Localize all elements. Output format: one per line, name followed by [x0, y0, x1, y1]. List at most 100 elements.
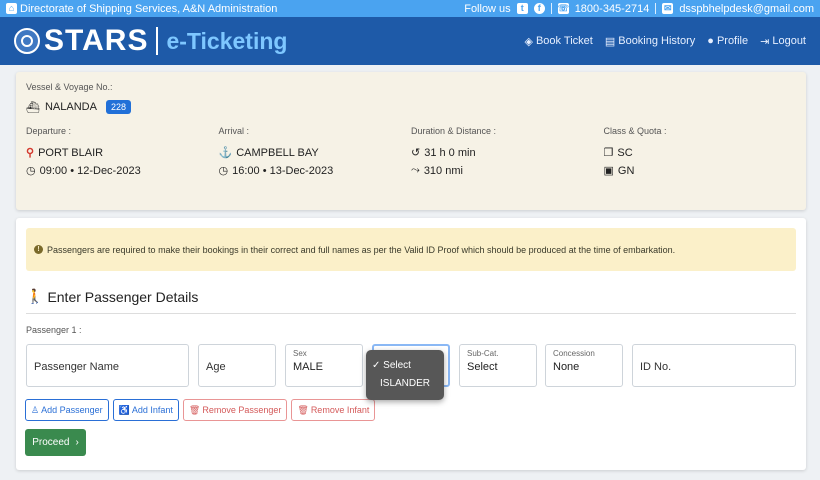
- trash-icon: 🗑: [297, 404, 309, 415]
- add-passenger-label: Add Passenger: [41, 405, 103, 415]
- clock-icon: ◷: [218, 165, 229, 177]
- distance-row: ⤳ 310 nmi: [411, 164, 604, 177]
- class-row: ❐ SC: [604, 146, 797, 160]
- ticket-icon: ◈: [524, 35, 533, 48]
- remove-infant-label: Remove Infant: [310, 405, 370, 415]
- section-divider: [26, 313, 796, 314]
- concession-label: Concession: [553, 349, 595, 358]
- add-passenger-button[interactable]: ♙ Add Passenger: [25, 399, 109, 421]
- helpdesk-email[interactable]: dsspbhelpdesk@gmail.com: [679, 3, 814, 15]
- duration-value: 31 h 0 min: [424, 146, 476, 159]
- arrival-label: Arrival :: [218, 126, 250, 136]
- section-title: 🚶 Enter Passenger Details: [26, 288, 198, 305]
- divider: [550, 3, 552, 14]
- person-icon: ♙: [31, 404, 40, 415]
- remove-passenger-label: Remove Passenger: [202, 405, 282, 415]
- arrival-time: 16:00 • 13-Dec-2023: [232, 164, 334, 177]
- brand-subtitle: e-Ticketing: [166, 27, 288, 54]
- sex-value: MALE: [293, 361, 323, 373]
- arrival-port-row: ⚓ CAMPBELL BAY: [219, 146, 412, 160]
- passenger-details-card: ! Passengers are required to make their …: [16, 218, 806, 470]
- id-number-input[interactable]: ID No.: [632, 344, 796, 387]
- class-label: Class & Quota :: [603, 126, 667, 136]
- location-pin-icon: ⚲: [26, 147, 35, 159]
- top-contact: Follow us t f ☏ 1800-345-2714 ✉ dsspbhel…: [464, 3, 814, 15]
- helpline-number[interactable]: 1800-345-2714: [575, 3, 650, 15]
- vessel-name: NALANDA: [44, 101, 97, 113]
- departure-time-row: ◷ 09:00 • 12-Dec-2023: [26, 164, 219, 178]
- concession-select[interactable]: Concession None: [545, 344, 623, 387]
- sex-select[interactable]: Sex MALE: [285, 344, 363, 387]
- nav-links: ◈ Book Ticket ▤ Booking History ● Profile ⇥…: [525, 35, 807, 48]
- subcat-value: Select: [467, 361, 498, 373]
- logo-emblem-icon[interactable]: [14, 28, 40, 54]
- subcat-select[interactable]: Sub-Cat. Select: [459, 344, 537, 387]
- concession-value: None: [553, 361, 580, 373]
- passenger-label: Passenger 1 :: [26, 325, 82, 335]
- departure-time: 09:00 • 12-Dec-2023: [39, 164, 141, 177]
- chevron-right-icon: ›: [75, 437, 79, 448]
- walking-person-icon: 🚶: [26, 288, 44, 304]
- departure-port: PORT BLAIR: [38, 146, 104, 159]
- quota-row: ▣ GN: [603, 164, 797, 178]
- baby-icon: ♿: [118, 404, 130, 415]
- main-navbar: STARS e-Ticketing ◈ Book Ticket ▤ Booking …: [0, 17, 820, 65]
- emblem-icon: ⌂: [6, 3, 17, 14]
- logout-icon: ⇥: [760, 35, 770, 48]
- proceed-button[interactable]: Proceed ›: [25, 429, 86, 456]
- follow-label: Follow us: [464, 2, 511, 15]
- arrival-time-row: ◷ 16:00 • 13-Dec-2023: [218, 164, 412, 178]
- duration-label: Duration & Distance :: [411, 126, 497, 136]
- alert-text: Passengers are required to make their bo…: [47, 244, 676, 255]
- voyage-summary-card: Vessel & Voyage No.: ⛴ NALANDA 228 Depar…: [16, 72, 806, 210]
- voyage-details: Departure : ⚲ PORT BLAIR ◷ 09:00 • 12-Dec-…: [26, 126, 796, 177]
- org-name: Directorate of Shipping Services, A&N Ad…: [20, 2, 278, 15]
- departure-port-row: ⚲ PORT BLAIR: [26, 146, 219, 160]
- passenger-name-input[interactable]: Passenger Name: [26, 344, 189, 387]
- class-value: SC: [617, 146, 633, 159]
- option-select[interactable]: ✓ Select: [372, 357, 438, 375]
- remove-passenger-button[interactable]: 🗑 Remove Passenger: [182, 399, 288, 421]
- add-infant-label: Add Infant: [131, 405, 173, 415]
- nav-logout[interactable]: ⇥ Logout: [760, 35, 806, 48]
- mail-icon: ✉: [662, 3, 674, 14]
- subcat-label: Sub-Cat.: [467, 349, 499, 358]
- phone-icon: ☏: [557, 3, 569, 14]
- nav-label: Profile: [716, 35, 749, 47]
- lock-icon: ▣: [603, 165, 614, 177]
- clock-icon: ◷: [26, 165, 36, 177]
- age-placeholder: Age: [206, 361, 226, 373]
- user-icon: ●: [707, 35, 714, 47]
- departure-col: Departure : ⚲ PORT BLAIR ◷ 09:00 • 12-Dec-…: [26, 126, 219, 177]
- route-icon: ⤳: [411, 164, 420, 176]
- nav-booking-history[interactable]: ▤ Booking History: [605, 35, 695, 48]
- info-icon: !: [34, 245, 43, 254]
- facebook-icon[interactable]: f: [533, 3, 545, 14]
- category-dropdown-menu: ✓ Select ISLANDER: [366, 350, 444, 400]
- age-input[interactable]: Age: [198, 344, 276, 387]
- section-title-text: Enter Passenger Details: [47, 288, 199, 305]
- distance-value: 310 nmi: [423, 164, 463, 177]
- vessel-row: ⛴ NALANDA 228: [26, 100, 796, 114]
- add-infant-button[interactable]: ♿ Add Infant: [112, 399, 179, 421]
- option-islander[interactable]: ISLANDER: [372, 375, 438, 393]
- top-info-bar: ⌂ Directorate of Shipping Services, A&N …: [0, 0, 820, 17]
- passenger-actions: ♙ Add Passenger ♿ Add Infant 🗑 Remove Passe…: [25, 399, 376, 421]
- quota-value: GN: [617, 164, 635, 177]
- nav-book-ticket[interactable]: ◈ Book Ticket: [525, 35, 593, 48]
- history-icon: ↺: [411, 147, 421, 159]
- brand-divider: [156, 27, 159, 55]
- vessel-label: Vessel & Voyage No.:: [26, 82, 113, 92]
- history-icon: ▤: [604, 35, 616, 48]
- remove-infant-button[interactable]: 🗑 Remove Infant: [291, 399, 376, 421]
- id-proof-alert: ! Passengers are required to make their …: [26, 228, 796, 271]
- duration-row: ↺ 31 h 0 min: [411, 146, 604, 160]
- arrival-col: Arrival : ⚓ CAMPBELL BAY ◷ 16:00 • 13-Dec-…: [219, 126, 412, 177]
- arrival-port: CAMPBELL BAY: [236, 146, 319, 159]
- twitter-icon[interactable]: t: [516, 3, 528, 14]
- divider: [655, 3, 657, 14]
- brand-name[interactable]: STARS: [44, 24, 148, 58]
- nav-profile[interactable]: ● Profile: [707, 35, 748, 48]
- nav-label: Book Ticket: [535, 35, 593, 47]
- class-col: Class & Quota : ❐ SC ▣ GN: [604, 126, 797, 177]
